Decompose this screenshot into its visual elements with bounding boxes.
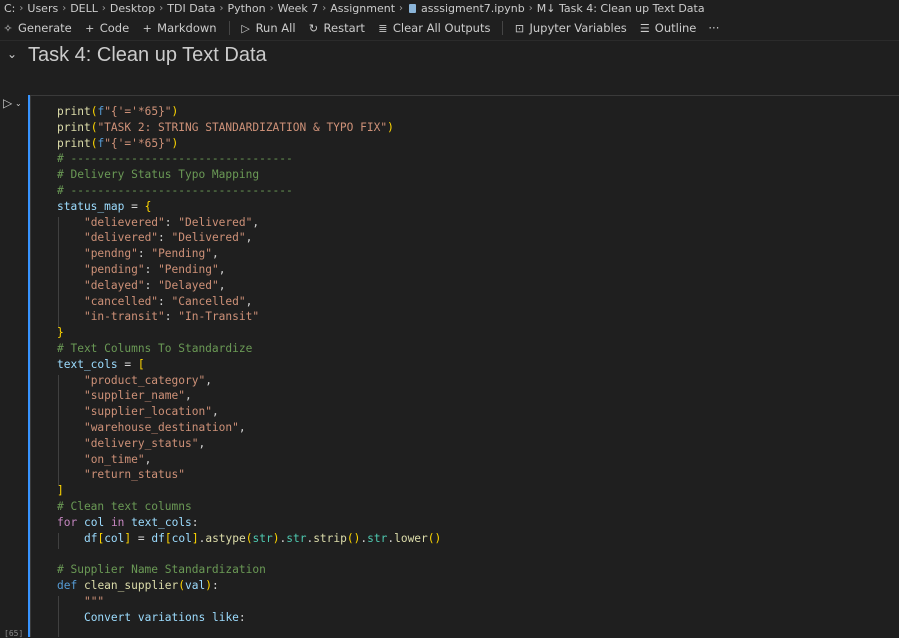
restart-icon: ↻: [308, 21, 319, 35]
breadcrumb-python[interactable]: Python: [227, 2, 265, 15]
plus-icon: +: [142, 21, 152, 35]
code-line[interactable]: print(f"{'='*65}"): [57, 136, 441, 152]
breadcrumb-drive[interactable]: C:: [4, 2, 15, 15]
breadcrumb-users[interactable]: Users: [27, 2, 58, 15]
list-icon: ☰: [639, 21, 650, 35]
markdown-heading: Task 4: Clean up Text Data: [28, 44, 267, 66]
code-line[interactable]: text_cols = [: [57, 357, 441, 373]
chevron-right-icon: ›: [269, 2, 274, 14]
notebook-file-icon: [409, 3, 417, 13]
restart-label: Restart: [323, 21, 365, 35]
code-line[interactable]: # Text Columns To Standardize: [57, 341, 441, 357]
generate-label: Generate: [18, 21, 72, 35]
code-line[interactable]: "on_time",: [57, 452, 441, 468]
code-line[interactable]: for col in text_cols:: [57, 515, 441, 531]
code-line[interactable]: # Delivery Status Typo Mapping: [57, 167, 441, 183]
run-all-button[interactable]: ▷ Run All: [240, 21, 296, 35]
code-line[interactable]: print("TASK 2: STRING STANDARDIZATION & …: [57, 120, 441, 136]
code-line[interactable]: ]: [57, 483, 441, 499]
more-actions-button[interactable]: ···: [708, 21, 719, 35]
jupyter-variables-button[interactable]: ⊡ Jupyter Variables: [513, 21, 627, 35]
breadcrumb-assignment[interactable]: Assignment: [330, 2, 395, 15]
chevron-right-icon: ›: [528, 2, 533, 14]
code-line[interactable]: Convert variations like:: [57, 610, 441, 626]
code-line[interactable]: "delivery_status",: [57, 436, 441, 452]
code-line[interactable]: "return_status": [57, 467, 441, 483]
cell-focus-indicator: [28, 95, 30, 637]
chevron-right-icon: ›: [159, 2, 164, 14]
notebook-toolbar: ✧ Generate + Code + Markdown ▷ Run All ↻…: [0, 18, 899, 38]
restart-button[interactable]: ↻ Restart: [308, 21, 365, 35]
generate-button[interactable]: ✧ Generate: [2, 21, 72, 35]
code-line[interactable]: # Supplier Name Standardization: [57, 562, 441, 578]
add-code-button[interactable]: + Code: [84, 21, 129, 35]
code-line[interactable]: "supplier_location",: [57, 404, 441, 420]
chevron-right-icon: ›: [399, 2, 404, 14]
code-line[interactable]: "pendng": "Pending",: [57, 246, 441, 262]
code-line[interactable]: ​: [57, 546, 441, 562]
code-line[interactable]: """: [57, 594, 441, 610]
clear-all-outputs-label: Clear All Outputs: [392, 21, 491, 35]
code-line[interactable]: "pending": "Pending",: [57, 262, 441, 278]
code-line[interactable]: def clean_supplier(val):: [57, 578, 441, 594]
variables-icon: ⊡: [514, 21, 525, 35]
jupyter-variables-label: Jupyter Variables: [529, 21, 627, 35]
breadcrumb-tdi-data[interactable]: TDI Data: [167, 2, 215, 15]
run-cell-icon[interactable]: ▷: [3, 96, 12, 110]
code-line[interactable]: "delayed": "Delayed",: [57, 278, 441, 294]
breadcrumb-dell[interactable]: DELL: [70, 2, 98, 15]
plus-icon: +: [85, 21, 95, 35]
code-line[interactable]: "in-transit": "In-Transit": [57, 309, 441, 325]
chevron-right-icon: ›: [101, 2, 106, 14]
code-content: print(f"{'='*65}") print("TASK 2: STRING …: [57, 104, 441, 625]
run-options-chevron-icon[interactable]: ⌄: [15, 99, 22, 108]
run-all-icon: ▷: [241, 21, 250, 35]
run-all-label: Run All: [255, 21, 296, 35]
code-line[interactable]: "delivered": "Delivered",: [57, 230, 441, 246]
chevron-right-icon: ›: [19, 2, 24, 14]
breadcrumb-notebook-file[interactable]: asssigment7.ipynb: [421, 2, 525, 15]
code-line[interactable]: }: [57, 325, 441, 341]
add-markdown-button[interactable]: + Markdown: [141, 21, 217, 35]
code-line[interactable]: print(f"{'='*65}"): [57, 104, 441, 120]
clear-all-outputs-button[interactable]: ≣ Clear All Outputs: [377, 21, 491, 35]
outline-label: Outline: [654, 21, 697, 35]
chevron-right-icon: ›: [322, 2, 327, 14]
code-label: Code: [99, 21, 130, 35]
breadcrumb: C: › Users › DELL › Desktop › TDI Data ›…: [0, 0, 899, 16]
collapse-chevron-icon[interactable]: ⌄: [7, 47, 17, 61]
more-label: ···: [708, 21, 720, 35]
code-line[interactable]: df[col] = df[col].astype(str).str.strip(…: [57, 531, 441, 547]
code-line[interactable]: "warehouse_destination",: [57, 420, 441, 436]
breadcrumb-week-7[interactable]: Week 7: [278, 2, 319, 15]
clear-all-icon: ≣: [378, 21, 388, 35]
breadcrumb-desktop[interactable]: Desktop: [110, 2, 155, 15]
toolbar-divider: [502, 21, 504, 35]
code-line[interactable]: "supplier_name",: [57, 388, 441, 404]
code-line[interactable]: "delievered": "Delivered",: [57, 215, 441, 231]
toolbar-divider: [228, 21, 230, 35]
breadcrumb-task-heading[interactable]: M↓ Task 4: Clean up Text Data: [537, 2, 705, 15]
chevron-right-icon: ›: [219, 2, 224, 14]
outline-button[interactable]: ☰ Outline: [639, 21, 697, 35]
code-line[interactable]: # ---------------------------------: [57, 151, 441, 167]
code-line[interactable]: "cancelled": "Cancelled",: [57, 294, 441, 310]
code-line[interactable]: # ---------------------------------: [57, 183, 441, 199]
code-line[interactable]: status_map = {: [57, 199, 441, 215]
toolbar-divider-line: [0, 40, 899, 41]
sparkle-icon: ✧: [3, 21, 13, 35]
code-line[interactable]: "product_category",: [57, 373, 441, 389]
markdown-label: Markdown: [157, 21, 217, 35]
chevron-right-icon: ›: [62, 2, 67, 14]
code-line[interactable]: # Clean text columns: [57, 499, 441, 515]
